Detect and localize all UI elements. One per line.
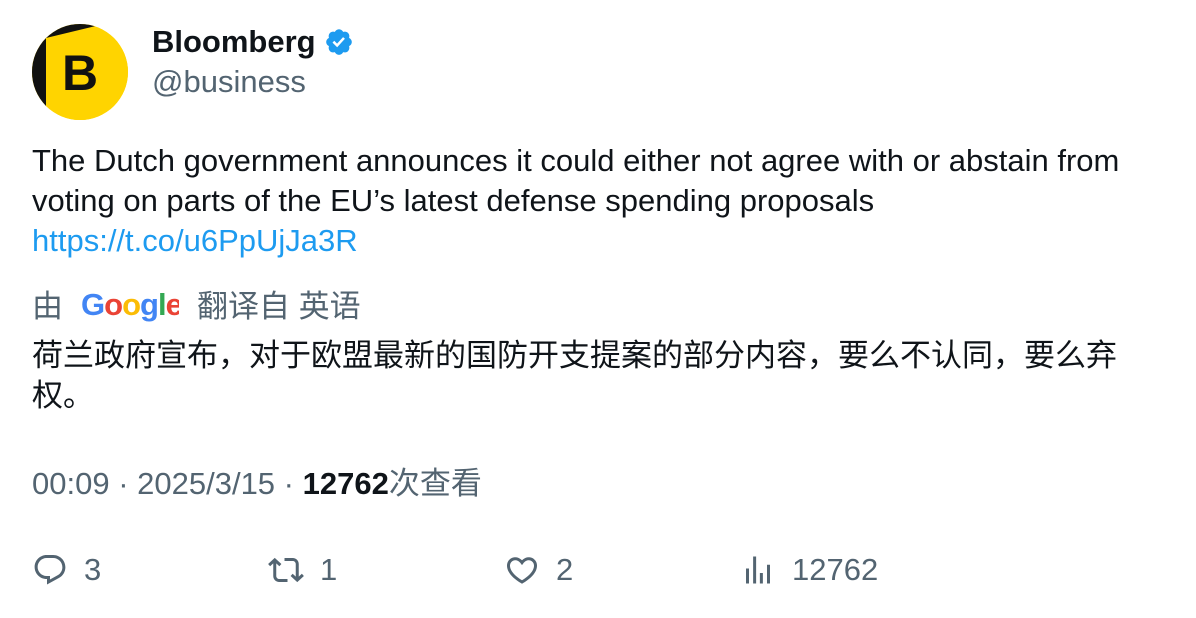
meta-separator: · — [109, 466, 138, 501]
tweet-date[interactable]: 2025/3/15 — [137, 466, 275, 501]
tweet-time[interactable]: 00:09 — [32, 466, 110, 501]
meta-separator: · — [275, 466, 303, 501]
author-handle[interactable]: @business — [152, 62, 306, 102]
retweet-icon — [268, 552, 304, 588]
tweet-link[interactable]: https://t.co/u6PpUjJa3R — [32, 221, 1172, 261]
reply-button[interactable]: 3 — [32, 550, 101, 590]
reply-count: 3 — [84, 552, 102, 587]
translation-attribution[interactable]: 由 Google 翻译自 英语 — [32, 286, 361, 328]
reply-icon — [32, 552, 68, 588]
tweet-body: The Dutch government announces it could … — [32, 143, 1128, 218]
google-logo-icon: Google — [81, 289, 179, 325]
views-button[interactable]: 12762 — [740, 550, 878, 590]
tweet-meta: 00:09 · 2025/3/15 · 12762次查看 — [32, 464, 482, 504]
verified-badge-icon[interactable] — [324, 27, 354, 57]
translated-from-label: 翻译自 英语 — [197, 289, 361, 324]
action-bar: 3 1 2 12762 — [32, 550, 1172, 594]
bar-chart-icon — [740, 552, 776, 588]
like-count: 2 — [556, 552, 574, 587]
tweet-text: The Dutch government announces it could … — [32, 141, 1172, 261]
author-display-name: Bloomberg — [152, 24, 316, 59]
views-action-count: 12762 — [792, 552, 879, 587]
translated-by-label: 由 — [32, 289, 63, 324]
views-label: 次查看 — [388, 466, 482, 501]
avatar[interactable]: B — [32, 24, 128, 120]
svg-text:Google: Google — [81, 289, 179, 322]
author-name[interactable]: Bloomberg — [152, 22, 354, 62]
bloomberg-logo-icon: B — [32, 24, 128, 120]
svg-text:B: B — [62, 45, 98, 101]
like-button[interactable]: 2 — [504, 550, 573, 590]
heart-icon — [504, 552, 540, 588]
retweet-count: 1 — [320, 552, 338, 587]
retweet-button[interactable]: 1 — [268, 550, 337, 590]
translated-text: 荷兰政府宣布，对于欧盟最新的国防开支提案的部分内容，要么不认同，要么弃权。 — [32, 338, 1117, 413]
views-count: 12762 — [302, 466, 389, 501]
